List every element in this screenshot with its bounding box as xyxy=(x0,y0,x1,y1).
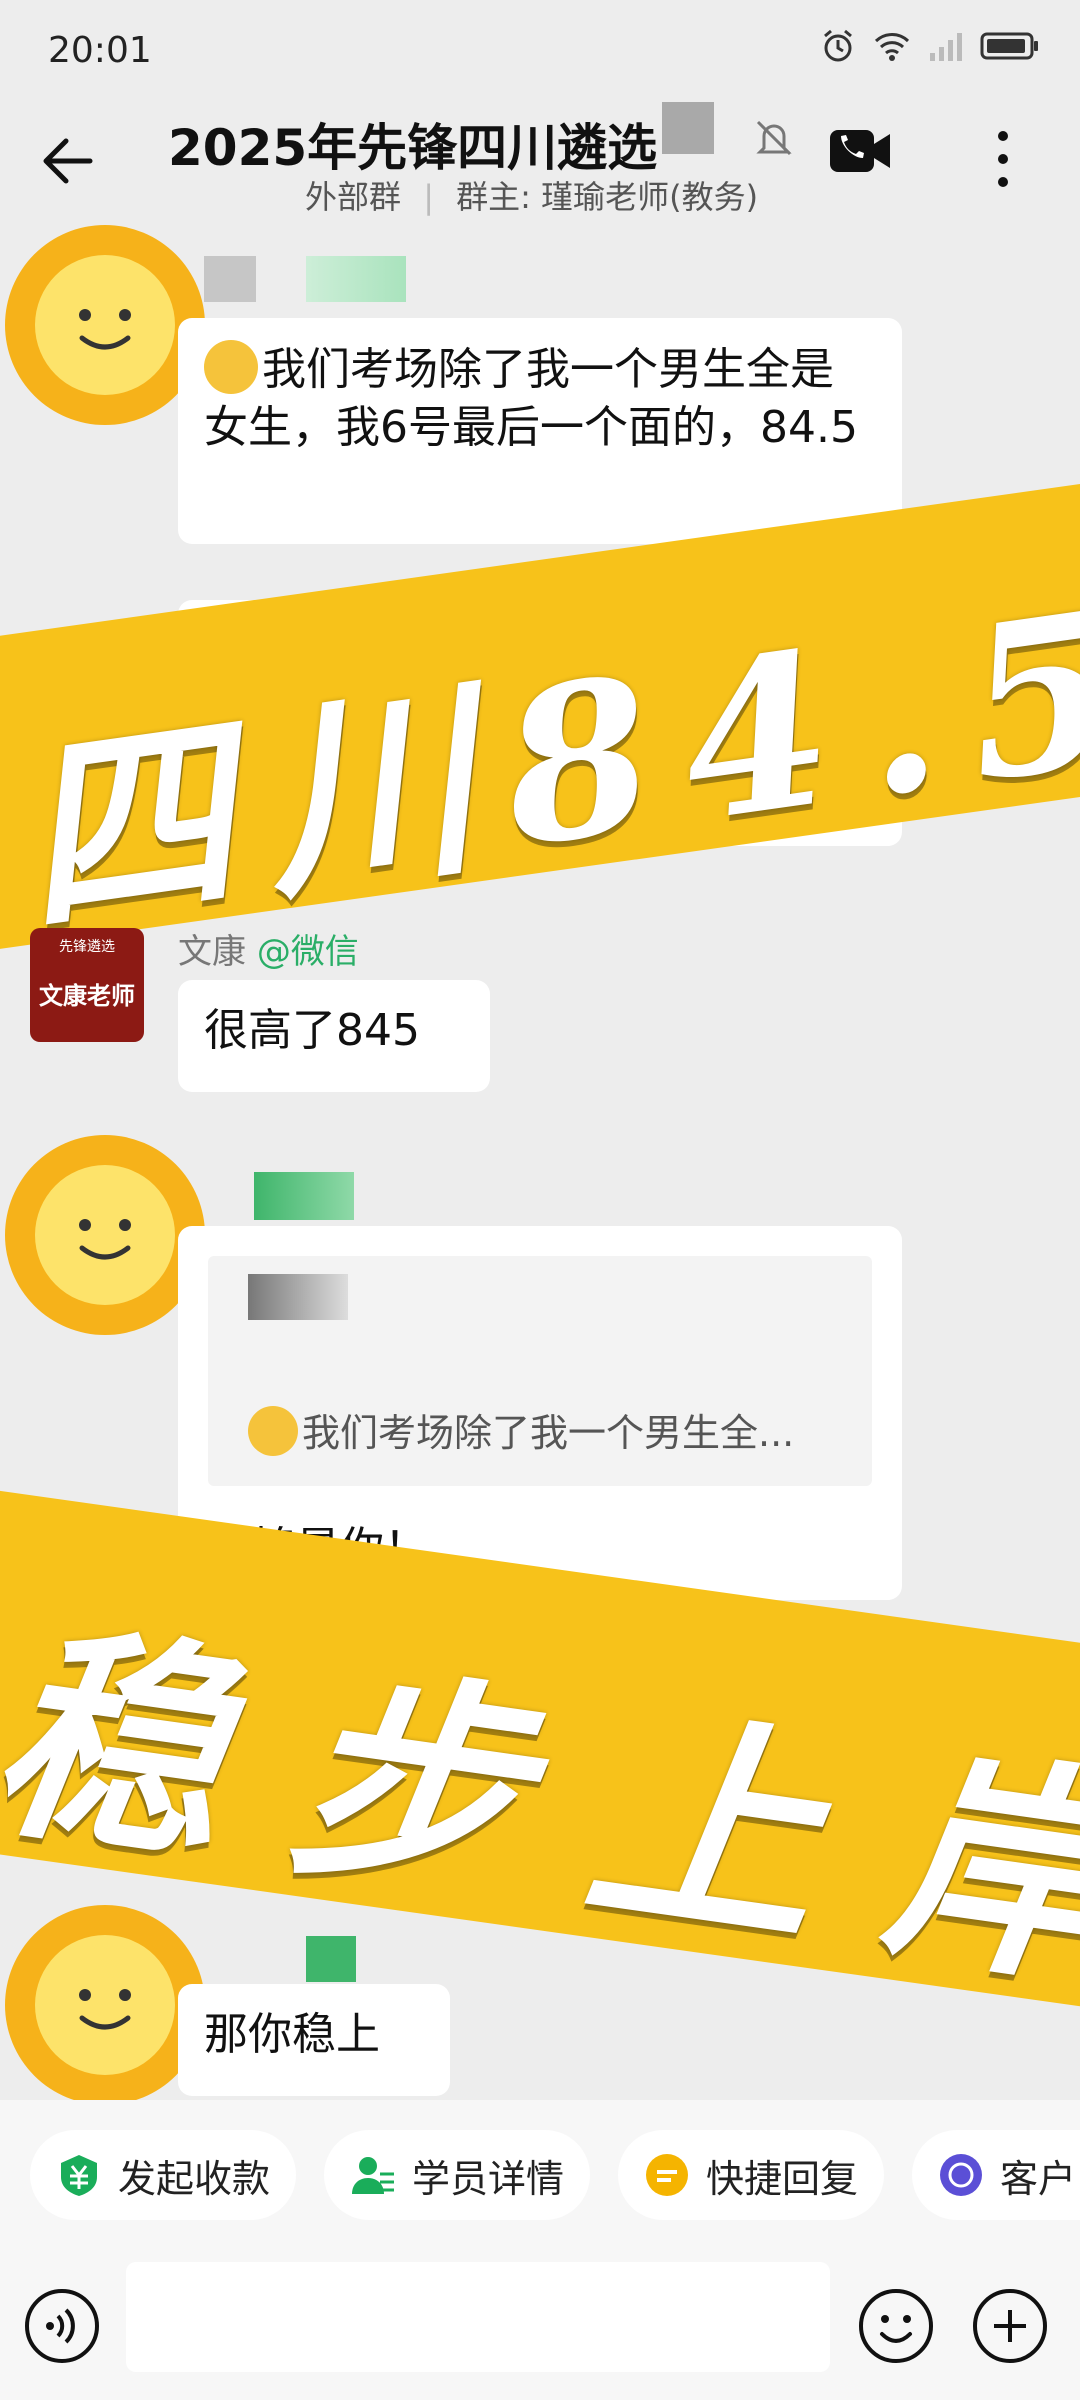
quick-action-payment[interactable]: 发起收款 xyxy=(30,2130,297,2220)
signal-icon xyxy=(930,33,962,61)
message-bubble[interactable]: 很高了845 xyxy=(178,980,490,1092)
promo-banner: 四川84.5 xyxy=(0,473,1080,962)
sender-name: 文康 @微信 xyxy=(178,924,359,973)
chip-label: 发起收款 xyxy=(118,2156,271,2201)
wifi-icon xyxy=(874,33,910,61)
chip-label: 快捷回复 xyxy=(706,2156,859,2201)
chip-label: 学员详情 xyxy=(412,2156,565,2201)
avatar-caption: 文康老师 xyxy=(39,981,135,1010)
message-bubble[interactable]: 我们考场除了我一个男生全是女生，我6号最后一个面的，84.5 xyxy=(178,318,902,544)
status-icons xyxy=(820,28,1040,64)
group-owner: 群主: 瑾瑜老师(教务) xyxy=(456,178,759,216)
sender-blur xyxy=(254,1172,354,1220)
customer-icon xyxy=(940,2154,982,2196)
sender-name-text: 文康 xyxy=(178,932,246,972)
quick-action-customer[interactable]: 客户 xyxy=(912,2130,1080,2220)
alarm-icon xyxy=(824,29,852,62)
back-arrow-icon[interactable] xyxy=(34,126,104,196)
sender-blur xyxy=(306,1936,356,1982)
quick-action-bar: 发起收款 学员详情 快捷回复 客户 xyxy=(0,2100,1080,2250)
quick-action-quick-reply[interactable]: 快捷回复 xyxy=(618,2130,885,2220)
more-menu-icon[interactable] xyxy=(980,122,1026,196)
muted-bell-icon xyxy=(756,120,792,156)
sender-blur xyxy=(306,256,406,302)
voice-input-icon[interactable] xyxy=(22,2286,102,2366)
message-text: 那你稳上 xyxy=(204,2009,380,2060)
quick-reply-icon xyxy=(646,2154,688,2196)
quote-sender-blur xyxy=(248,1274,348,1320)
status-time: 20:01 xyxy=(48,30,152,71)
message-bubble[interactable]: 那你稳上 xyxy=(178,1984,450,2096)
status-bar: 20:01 xyxy=(0,0,1080,100)
video-call-icon[interactable] xyxy=(828,126,892,176)
plus-icon[interactable] xyxy=(970,2286,1050,2366)
crying-emoji-icon xyxy=(248,1406,298,1456)
emoji-icon[interactable] xyxy=(856,2286,936,2366)
input-bar xyxy=(0,2250,1080,2400)
teacher-avatar[interactable]: 先锋遴选 文康老师 xyxy=(30,928,144,1042)
title-blur xyxy=(662,102,714,154)
group-type: 外部群 xyxy=(305,178,402,216)
chip-label: 客户 xyxy=(1000,2156,1077,2201)
sender-blur xyxy=(204,256,256,302)
user-detail-icon xyxy=(352,2157,394,2194)
message-text: 很高了845 xyxy=(204,1005,420,1056)
quote-text: 我们考场除了我一个男生全... xyxy=(248,1404,794,1462)
quoted-message[interactable]: 我们考场除了我一个男生全... xyxy=(208,1256,872,1486)
chat-title: 2025年先锋四川遴选 xyxy=(168,119,658,177)
chat-subtitle: 外部群 | 群主: 瑾瑜老师(教务) xyxy=(305,178,759,216)
sender-tag: @微信 xyxy=(256,932,359,972)
message-input[interactable] xyxy=(126,2262,830,2372)
avatar-caption-top: 先锋遴选 xyxy=(59,939,115,955)
message-text: 我们考场除了我一个男生全是女生，我6号最后一个面的，84.5 xyxy=(204,344,858,453)
battery-icon xyxy=(980,32,1038,60)
crying-emoji-icon xyxy=(204,340,258,394)
quick-action-student-details[interactable]: 学员详情 xyxy=(324,2130,591,2220)
yuan-payment-icon xyxy=(61,2155,97,2196)
banner-text: 四川84.5 xyxy=(5,559,1080,963)
